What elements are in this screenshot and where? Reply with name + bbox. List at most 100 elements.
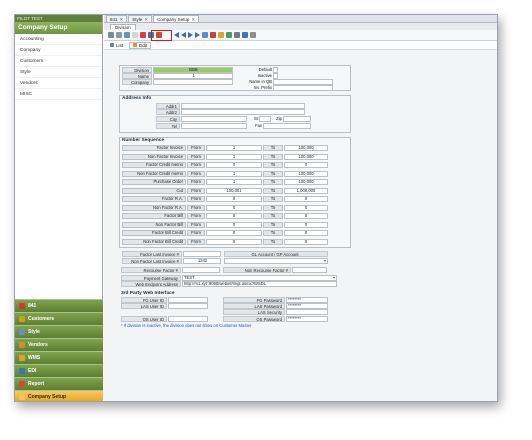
add-record-icon[interactable] [202, 32, 208, 38]
remove-record-icon[interactable] [210, 32, 216, 38]
zip-input[interactable] [283, 116, 311, 122]
sidebar-item-misc[interactable]: MISC [15, 89, 102, 100]
close-icon[interactable]: ✕ [120, 16, 124, 23]
module-label: Customers [28, 315, 55, 322]
sequence-to-input[interactable]: 0 [284, 162, 328, 168]
sequence-from-input[interactable]: 0 [206, 162, 262, 168]
tab-style[interactable]: Style ✕ [128, 15, 153, 23]
module-report[interactable]: Report [15, 377, 103, 390]
last-invoice-panel: Factor Last Invoice # Non Factor Last In… [119, 250, 351, 264]
module-style[interactable]: Style [15, 325, 103, 338]
export-icon[interactable] [226, 32, 232, 38]
sequence-to-input[interactable]: 100,000 [284, 170, 328, 177]
city-input[interactable] [181, 116, 247, 122]
os-password-input[interactable]: ******** [286, 316, 328, 322]
sequence-from-input[interactable]: 1 [206, 170, 262, 177]
module-841-icon [19, 303, 25, 309]
sequence-row: Non Factor R.A. From 0 To 0 [120, 204, 352, 212]
help-icon[interactable] [250, 32, 256, 38]
recourse-factor-input[interactable] [182, 267, 220, 273]
from-label: From [187, 204, 205, 211]
search-icon[interactable] [242, 32, 248, 38]
tab-company-setup[interactable]: Company Setup ✕ [153, 15, 200, 23]
sidebar-item-company[interactable]: Company [15, 45, 102, 56]
addr2-input[interactable] [181, 109, 305, 115]
sequence-to-input[interactable]: 0 [284, 204, 328, 211]
sidebar-item-accounting[interactable]: Accounting [15, 34, 102, 45]
factor-last-invoice-input[interactable] [183, 251, 221, 257]
non-factor-last-invoice-input[interactable]: 1242 [183, 258, 221, 264]
next-record-icon[interactable] [188, 32, 193, 38]
non-recourse-factor-input[interactable] [292, 267, 327, 273]
from-label: From [187, 196, 205, 202]
web-endpoint-input[interactable]: http://m1.xyz:9090/webinf/lmgt.asmx?WSDL [182, 281, 337, 287]
sequence-to-input[interactable]: 0 [284, 196, 328, 202]
sequence-to-input[interactable]: 0 [284, 213, 328, 219]
st-input[interactable] [259, 116, 271, 122]
main-area: 841 ✕ Style ✕ Company Setup ✕ Division L… [104, 15, 497, 401]
chevron-down-icon: ▾ [323, 258, 326, 263]
sidebar-item-style[interactable]: Style [15, 67, 102, 78]
os-user-id-input[interactable] [168, 316, 208, 322]
sequence-to-input[interactable]: 100,000 [284, 145, 328, 151]
company-select[interactable] [153, 79, 233, 85]
las-security-input[interactable] [286, 309, 328, 315]
module-vendors[interactable]: Vendors [15, 338, 103, 351]
fax-input[interactable] [263, 123, 311, 129]
module-company-setup[interactable]: Company Setup [15, 390, 103, 401]
sidebar-item-customers[interactable]: Customers [15, 56, 102, 67]
refresh-icon[interactable] [124, 32, 130, 38]
sequence-to-input[interactable]: 1,000,000 [284, 187, 328, 194]
sequence-name: Factor Bill Credit [122, 230, 186, 236]
last-record-icon[interactable] [195, 32, 200, 38]
default-label: Default [258, 67, 272, 72]
sequence-from-input[interactable]: 1 [206, 153, 262, 160]
sequence-from-input[interactable]: 0 [206, 213, 262, 219]
to-label: To [263, 187, 283, 194]
st-label: St [254, 116, 258, 121]
module-841[interactable]: 841 [15, 299, 103, 312]
non-factor-last-invoice-label: Non Factor Last Invoice # [122, 258, 182, 264]
from-label: From [187, 153, 205, 160]
module-report-icon [19, 381, 25, 387]
sidebar-item-vendors[interactable]: Vendors [15, 78, 102, 89]
sequence-from-input[interactable]: 1 [206, 179, 262, 185]
third-party-section-title: 3rd Party Web Interface [121, 291, 175, 296]
previous-record-icon[interactable] [181, 32, 186, 38]
sequence-from-input[interactable]: 0 [206, 230, 262, 236]
tel-input[interactable] [181, 123, 247, 129]
sequence-from-input[interactable]: 0 [206, 196, 262, 202]
gl-account-select[interactable]: ▾ [224, 258, 328, 264]
module-edi[interactable]: EDI [15, 364, 103, 377]
edit-mode-button[interactable]: Edit [129, 41, 152, 49]
cut-icon[interactable] [140, 32, 146, 38]
back-icon[interactable] [108, 32, 114, 38]
settings-icon[interactable] [234, 32, 240, 38]
tab-841[interactable]: 841 ✕ [106, 15, 128, 23]
las-user-id-input[interactable] [168, 303, 208, 309]
close-icon[interactable]: ✕ [191, 16, 195, 23]
sequence-to-input[interactable]: 100,000 [284, 179, 328, 185]
sequence-from-input[interactable]: 0 [206, 238, 262, 245]
sequence-to-input[interactable]: 0 [284, 238, 328, 245]
sequence-from-input[interactable]: 0 [206, 204, 262, 211]
forward-icon[interactable] [116, 32, 122, 38]
module-customers[interactable]: Customers [15, 312, 103, 325]
sequence-to-input[interactable]: 0 [284, 230, 328, 236]
first-record-icon[interactable] [174, 32, 179, 38]
sequence-from-input[interactable]: 1 [206, 145, 262, 151]
sequence-row: Factor Bill Credit From 0 To 0 [120, 230, 352, 237]
sequence-from-input[interactable]: 0 [206, 221, 262, 228]
module-label: WMS [28, 354, 41, 361]
list-mode-button[interactable]: List [110, 43, 123, 48]
from-label: From [187, 221, 205, 228]
inactive-label: Inactive [257, 73, 272, 78]
sequence-to-input[interactable]: 100,000 [284, 153, 328, 160]
sequence-to-input[interactable]: 0 [284, 221, 328, 228]
print-icon[interactable] [218, 32, 224, 38]
module-label: EDI [28, 367, 37, 374]
sequence-from-input[interactable]: 100,001 [206, 187, 262, 194]
close-icon[interactable]: ✕ [144, 16, 148, 23]
inv-prefix-input[interactable] [273, 85, 333, 91]
module-wms[interactable]: WMS [15, 351, 103, 364]
